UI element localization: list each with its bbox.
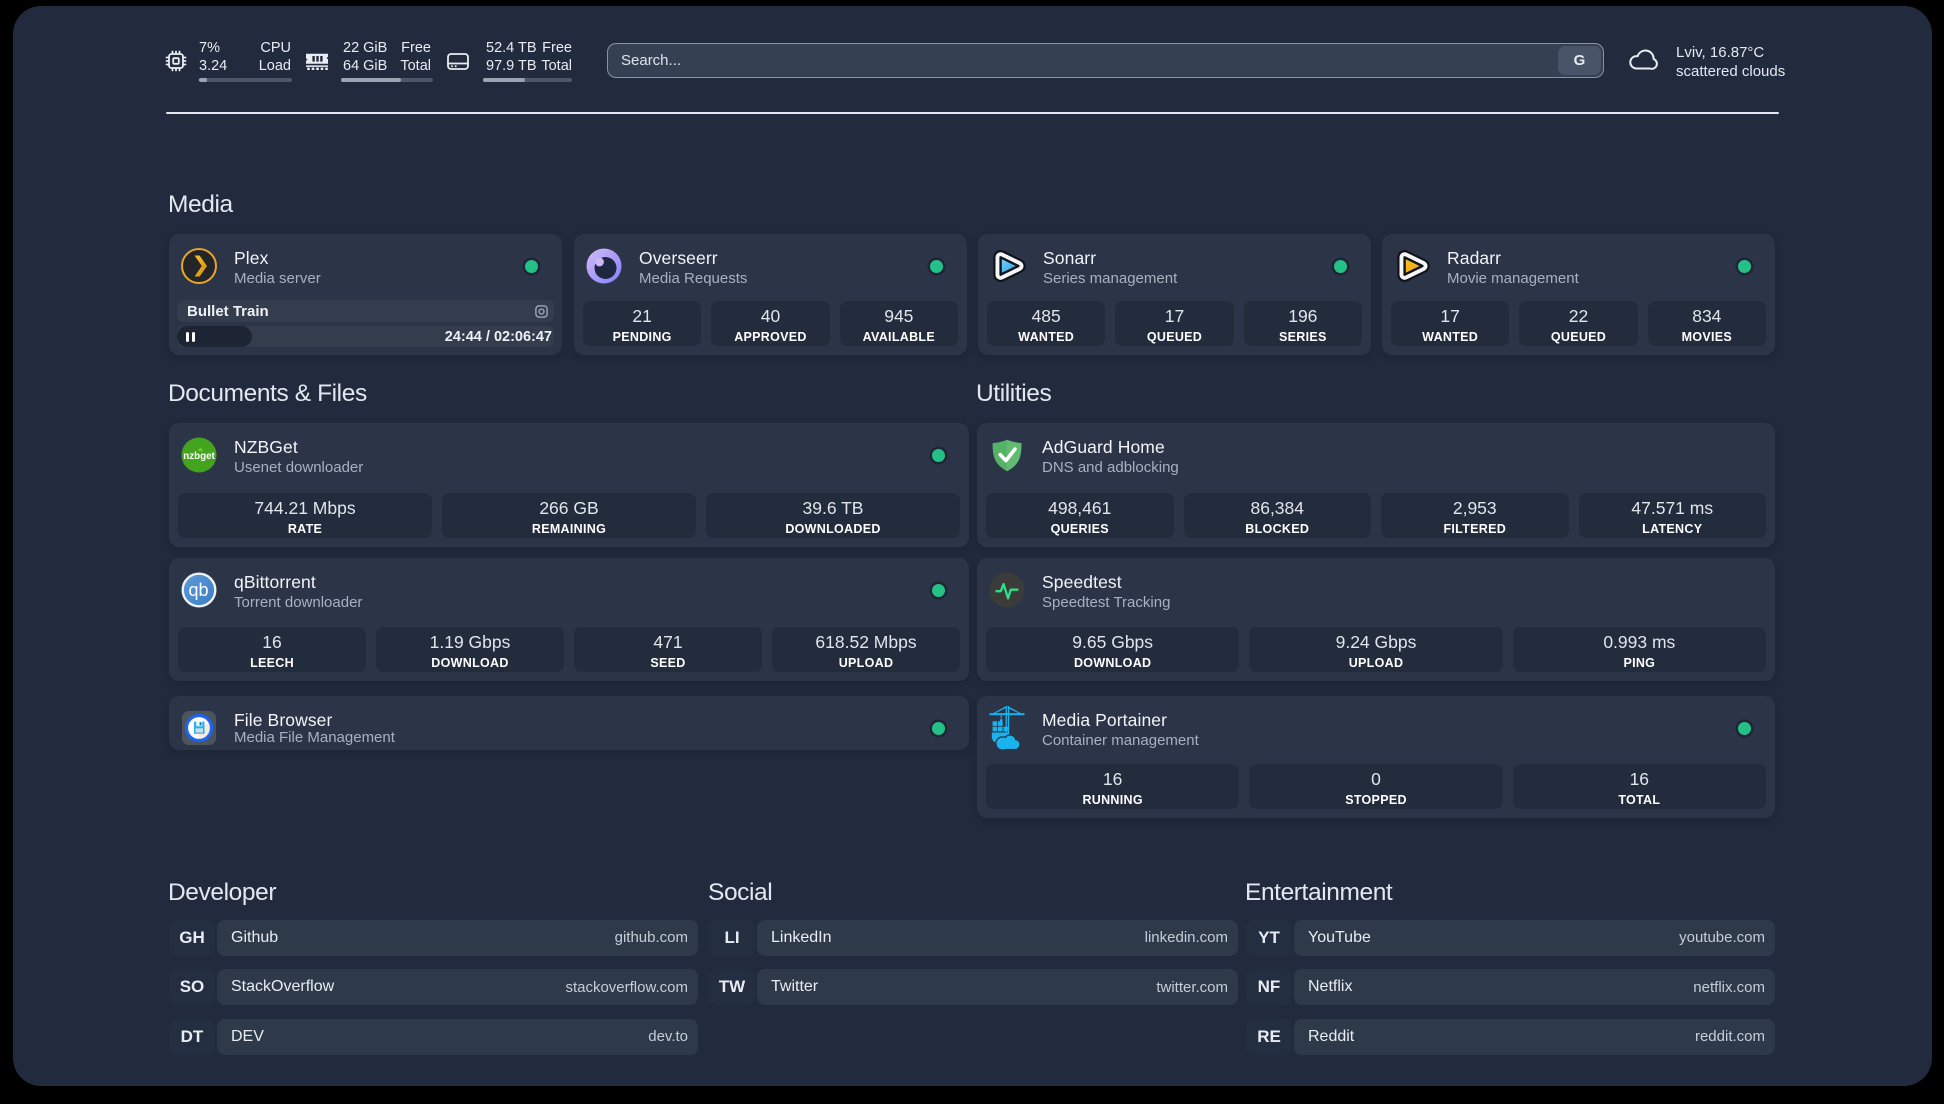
svg-text:nzbget: nzbget — [183, 451, 215, 462]
svg-text:qb: qb — [188, 580, 208, 600]
